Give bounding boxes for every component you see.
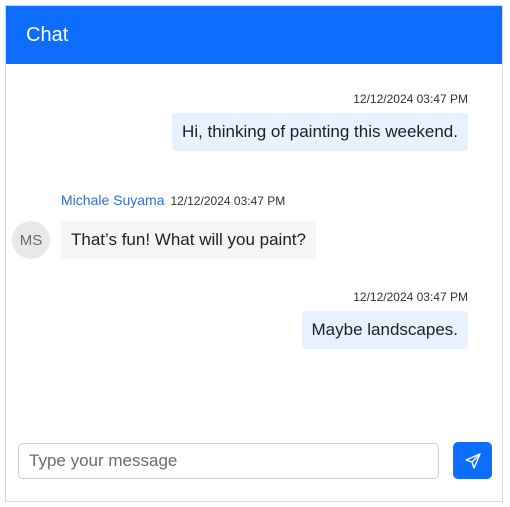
message-row: MS That’s fun! What will you paint? bbox=[12, 221, 316, 259]
send-icon bbox=[464, 452, 481, 469]
message-bubble: Hi, thinking of painting this weekend. bbox=[172, 113, 468, 151]
message-list: 12/12/2024 03:47 PM Hi, thinking of pain… bbox=[6, 64, 502, 434]
chat-window: Chat 12/12/2024 03:47 PM Hi, thinking of… bbox=[5, 5, 503, 502]
message-timestamp: 12/12/2024 03:47 PM bbox=[170, 194, 286, 208]
message-meta: Michale Suyama 12/12/2024 03:47 PM bbox=[61, 192, 316, 215]
sender-name: Michale Suyama bbox=[61, 192, 165, 208]
avatar: MS bbox=[12, 221, 50, 259]
send-button[interactable] bbox=[453, 442, 492, 479]
message-outgoing: 12/12/2024 03:47 PM Maybe landscapes. bbox=[301, 290, 468, 349]
message-timestamp: 12/12/2024 03:47 PM bbox=[353, 92, 468, 106]
message-incoming: Michale Suyama 12/12/2024 03:47 PM MS Th… bbox=[12, 192, 316, 259]
message-input[interactable] bbox=[18, 442, 439, 479]
message-timestamp: 12/12/2024 03:47 PM bbox=[353, 290, 468, 304]
composer bbox=[18, 442, 492, 479]
message-outgoing: 12/12/2024 03:47 PM Hi, thinking of pain… bbox=[172, 92, 468, 151]
chat-title: Chat bbox=[26, 23, 69, 46]
chat-header: Chat bbox=[6, 6, 502, 64]
message-bubble: Maybe landscapes. bbox=[301, 311, 468, 349]
message-bubble: That’s fun! What will you paint? bbox=[61, 221, 316, 259]
